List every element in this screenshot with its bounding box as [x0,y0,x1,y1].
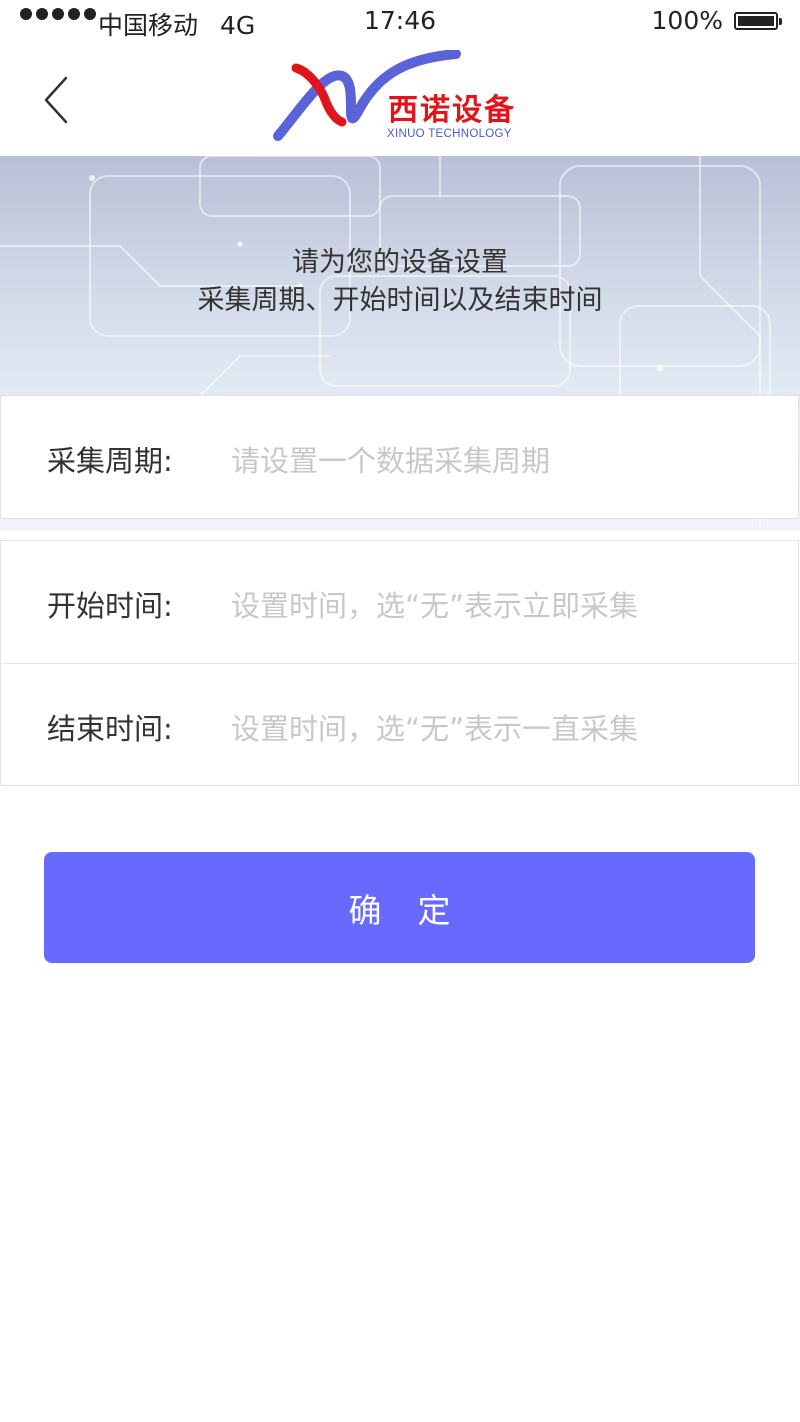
logo-english-text: XINUO TECHNOLOGY [387,128,512,140]
period-label: 采集周期: [47,444,173,478]
battery-percentage: 100% [651,6,723,35]
start-time-input[interactable]: 设置时间，选“无”表示立即采集 [231,583,638,625]
period-row[interactable]: 采集周期: 请设置一个数据采集周期 [1,396,798,518]
end-time-row[interactable]: 结束时间: 设置时间，选“无”表示一直采集 [1,663,798,786]
back-button[interactable] [34,74,80,126]
banner-line-2: 采集周期、开始时间以及结束时间 [197,285,603,316]
end-time-label: 结束时间: [47,712,173,746]
status-bar: 中国移动 4G 17:46 100% [0,0,800,44]
end-time-input[interactable]: 设置时间，选“无”表示一直采集 [231,706,638,748]
start-time-label: 开始时间: [47,589,173,623]
navigation-bar: 西诺设备 XINUO TECHNOLOGY [0,44,800,156]
logo-chinese-text: 西诺设备 [388,93,516,128]
period-card: 采集周期: 请设置一个数据采集周期 [0,395,799,519]
chevron-left-icon [44,76,68,124]
brand-logo: 西诺设备 XINUO TECHNOLOGY [270,50,540,150]
time-card: 开始时间: 设置时间，选“无”表示立即采集 结束时间: 设置时间，选“无”表示一… [0,540,799,786]
banner-line-1: 请为您的设备设置 [292,247,508,278]
confirm-button[interactable]: 确定 [44,852,755,963]
start-time-row[interactable]: 开始时间: 设置时间，选“无”表示立即采集 [1,541,798,663]
battery-icon [734,12,782,30]
period-input[interactable]: 请设置一个数据采集周期 [231,438,550,480]
